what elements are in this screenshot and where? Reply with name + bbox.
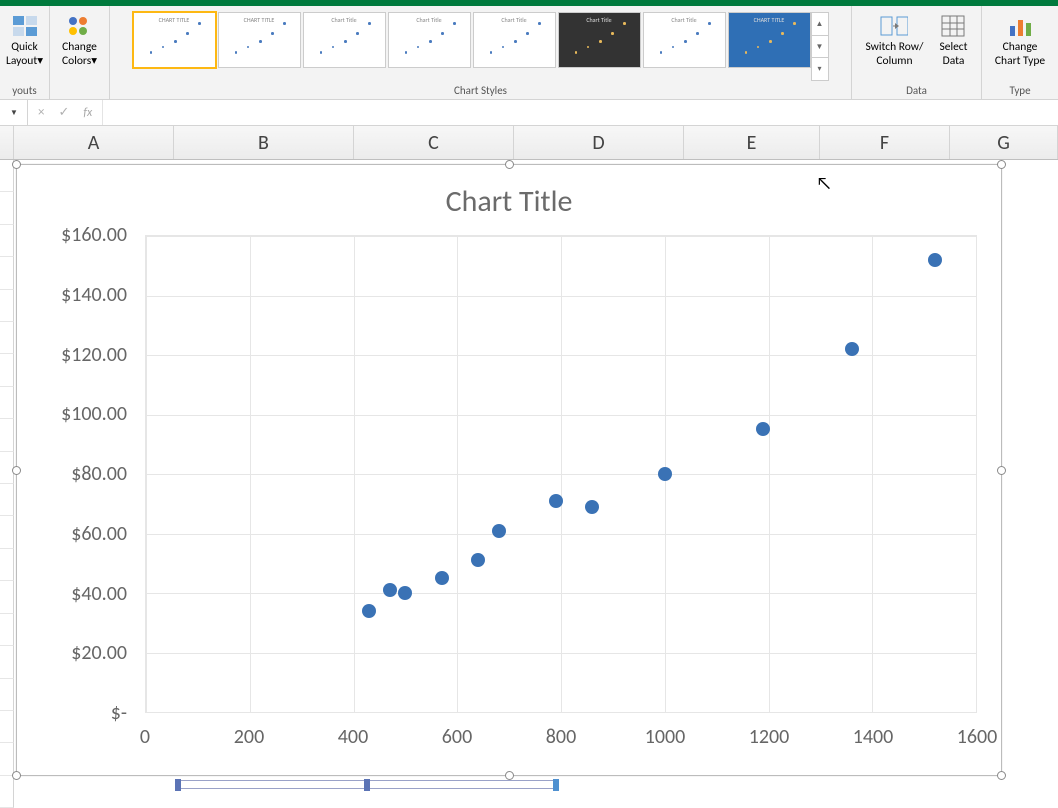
chart-style-1[interactable]: CHART TITLE [133,12,216,68]
row-gutter [0,160,14,808]
formula-bar: ▼ × ✓ fx [0,100,1058,126]
data-point[interactable] [435,571,449,585]
resize-handle[interactable] [12,771,21,780]
worksheet[interactable]: Chart Title $- $20.00 $40.00 $60.00 $80.00 $1… [0,160,1058,808]
data-point[interactable] [585,500,599,514]
ribbon-group-label: Data [852,84,981,97]
column-G[interactable]: G [950,126,1058,159]
chart-style-8[interactable]: CHART TITLE [728,12,811,68]
ribbon-group-layouts: Quick Layout▾ youts [0,6,50,99]
y-tick-label: $100.00 [61,402,127,426]
ribbon-group-data: Switch Row/ Column Select Data Data [852,6,982,99]
y-tick-label: $40.00 [71,582,127,606]
select-all-corner[interactable] [0,126,14,159]
y-axis[interactable]: $-$20.00$40.00$60.00$80.00$100.00$120.00… [17,235,137,713]
resize-handle[interactable] [997,466,1006,475]
resize-handle[interactable] [505,771,514,780]
data-point[interactable] [471,553,485,567]
ribbon-group-label: youts [0,84,49,97]
ribbon-group-label: Type [982,84,1058,97]
y-tick-label: $80.00 [71,462,127,486]
y-tick-label: $140.00 [61,283,127,307]
select-data-button[interactable]: Select Data [931,10,975,70]
x-tick-label: 1400 [853,725,894,749]
column-headers: A B C D E F G [0,126,1058,160]
x-tick-label: 1600 [957,725,998,749]
data-point[interactable] [383,583,397,597]
fx-icon[interactable]: fx [83,106,92,120]
data-point[interactable] [549,494,563,508]
resize-handle[interactable] [997,771,1006,780]
enter-icon[interactable]: ✓ [58,105,69,120]
plot-area[interactable] [145,235,977,713]
y-tick-label: $- [111,701,127,725]
ribbon-group-colors: Change Colors▾ [50,6,110,99]
style-gallery-scroll[interactable]: ▲▼▾ [811,12,829,81]
resize-handle[interactable] [997,160,1006,169]
ribbon-group-label: Chart Styles [110,84,851,97]
chart-style-6[interactable]: Chart Title [558,12,641,68]
switch-icon [880,12,908,40]
chart-style-7[interactable]: Chart Title [643,12,726,68]
switch-row-column-button[interactable]: Switch Row/ Column [857,10,931,70]
cancel-icon[interactable]: × [38,105,44,120]
resize-handle[interactable] [12,160,21,169]
ribbon-group-styles: CHART TITLE CHART TITLE Chart Title Char… [110,6,852,99]
data-point[interactable] [492,524,506,538]
palette-icon [66,12,94,40]
x-tick-label: 600 [442,725,472,749]
change-colors-button[interactable]: Change Colors▾ [54,10,105,70]
x-axis[interactable]: 02004006008001000120014001600 [145,725,977,753]
chart-style-2[interactable]: CHART TITLE [218,12,301,68]
y-tick-label: $60.00 [71,522,127,546]
column-C[interactable]: C [354,126,514,159]
quick-layout-icon [11,12,39,40]
column-E[interactable]: E [684,126,820,159]
x-tick-label: 400 [338,725,368,749]
ribbon: Quick Layout▾ youts Change Colors▾ CHART… [0,6,1058,100]
data-point[interactable] [845,342,859,356]
data-point[interactable] [398,586,412,600]
resize-handle[interactable] [505,160,514,169]
y-tick-label: $120.00 [61,343,127,367]
select-data-icon [939,12,967,40]
y-tick-label: $20.00 [71,641,127,665]
ribbon-group-type: Change Chart Type Type [982,6,1058,99]
x-tick-label: 1200 [749,725,790,749]
name-box[interactable]: ▼ [0,100,28,125]
embedded-chart[interactable]: Chart Title $- $20.00 $40.00 $60.00 $80.00 $1… [16,164,1002,776]
chart-title[interactable]: Chart Title [17,165,1001,220]
data-point[interactable] [658,467,672,481]
x-tick-label: 1000 [645,725,686,749]
data-point[interactable] [362,604,376,618]
column-B[interactable]: B [174,126,354,159]
chart-type-icon [1006,12,1034,40]
x-tick-label: 0 [140,725,150,749]
chart-style-5[interactable]: Chart Title [473,12,556,68]
y-tick-label: $160.00 [61,223,127,247]
chart-style-3[interactable]: Chart Title [303,12,386,68]
data-range-indicator[interactable] [177,780,557,789]
chart-style-4[interactable]: Chart Title [388,12,471,68]
column-D[interactable]: D [514,126,684,159]
change-chart-type-button[interactable]: Change Chart Type [989,10,1051,70]
formula-input[interactable] [102,100,1058,125]
data-point[interactable] [756,422,770,436]
quick-layout-button[interactable]: Quick Layout▾ [0,10,49,70]
column-A[interactable]: A [14,126,174,159]
x-tick-label: 800 [546,725,576,749]
data-point[interactable] [928,253,942,267]
column-F[interactable]: F [820,126,950,159]
x-tick-label: 200 [234,725,264,749]
